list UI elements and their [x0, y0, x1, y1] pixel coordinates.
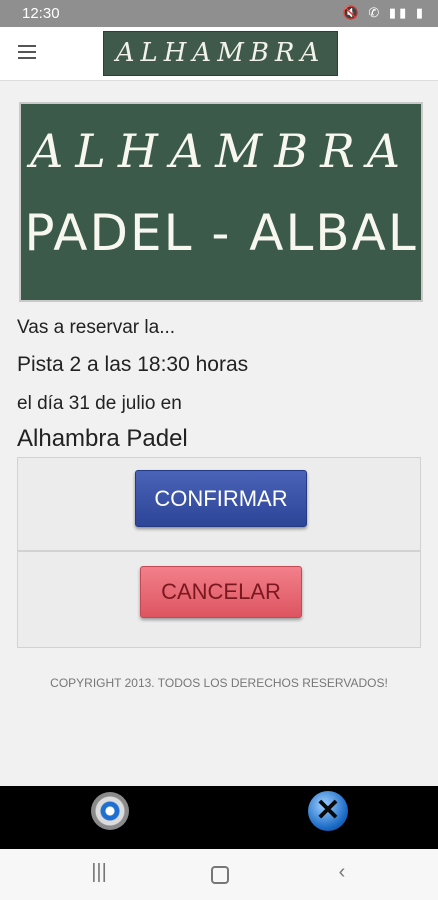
home-icon[interactable]	[200, 861, 240, 889]
hamburger-menu-icon[interactable]	[18, 45, 36, 59]
app-header: ALHAMBRA	[0, 27, 438, 81]
cancel-panel: CANCELAR	[17, 551, 421, 648]
confirm-panel: CONFIRMAR	[17, 457, 421, 551]
status-bar: 12:30 🔇 ✆ ▮▮ ▮	[0, 0, 438, 27]
copyright-text: COPYRIGHT 2013. TODOS LOS DERECHOS RESER…	[50, 676, 388, 690]
reservation-intro: Vas a reservar la...	[17, 317, 176, 338]
recent-apps-icon[interactable]: |||	[79, 861, 119, 889]
reservation-venue: Alhambra Padel	[17, 425, 188, 452]
confirm-button[interactable]: CONFIRMAR	[135, 470, 307, 527]
banner-line-1: ALHAMBRA	[30, 124, 412, 178]
header-logo: ALHAMBRA	[103, 31, 338, 76]
club-banner: ALHAMBRA PADEL - ALBAL	[19, 102, 423, 302]
status-time: 12:30	[22, 5, 60, 22]
bottom-toolbar: ✕	[0, 786, 438, 849]
android-nav-bar: ||| ‹	[0, 849, 438, 900]
banner-line-2: PADEL - ALBAL	[24, 204, 418, 262]
reservation-date: el día 31 de julio en	[17, 393, 182, 414]
cancel-button[interactable]: CANCELAR	[140, 566, 302, 618]
settings-gear-icon[interactable]	[91, 792, 129, 830]
status-icons: 🔇 ✆ ▮▮ ▮	[342, 5, 426, 20]
close-icon[interactable]: ✕	[308, 791, 348, 831]
reservation-court-time: Pista 2 a las 18:30 horas	[17, 353, 249, 376]
back-icon[interactable]: ‹	[322, 861, 362, 889]
main-content: ALHAMBRA PADEL - ALBAL Vas a reservar la…	[5, 81, 433, 786]
